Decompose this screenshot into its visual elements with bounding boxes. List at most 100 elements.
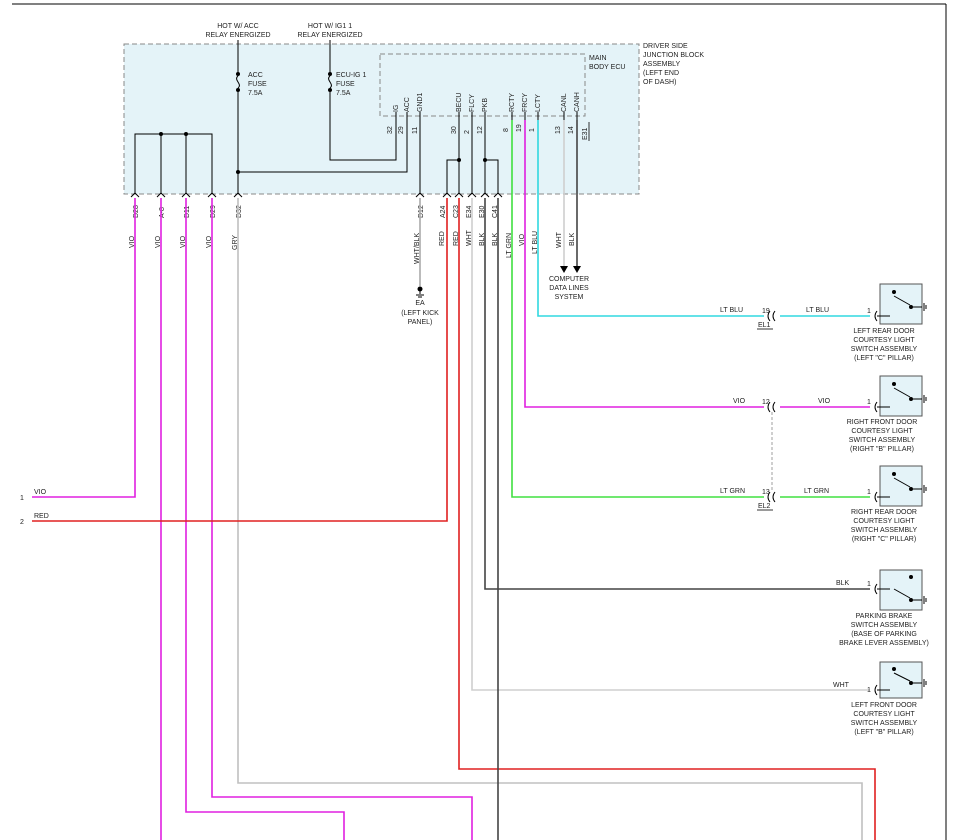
- switch-2-line-1: RIGHT FRONT DOOR: [847, 419, 918, 426]
- wire-gry-d32: [237, 198, 863, 840]
- ground-ea-loc-2: PANEL): [408, 319, 433, 326]
- switch-2-line-3: SWITCH ASSEMBLY: [849, 437, 916, 444]
- junction-block-name-5: OF DASH): [643, 79, 676, 86]
- conn-a8: A-8: [159, 207, 166, 218]
- data-lines-3: SYSTEM: [555, 294, 584, 301]
- left-terminal-2-num: 2: [20, 519, 24, 526]
- ground-ea-dot: [417, 286, 423, 292]
- switch-3-line-2: COURTESY LIGHT: [853, 518, 915, 525]
- switch-3-line-4: (RIGHT "C" PILLAR): [852, 536, 916, 543]
- pin-num-canl: 13: [555, 126, 562, 134]
- wire-wht-e34: [471, 198, 870, 691]
- switch-1-line-3: SWITCH ASSEMBLY: [851, 346, 918, 353]
- canl-arrow-icon: [560, 266, 568, 273]
- canh-arrow-icon: [573, 266, 581, 273]
- conn-d12: D12: [418, 205, 425, 218]
- hot-ig1-label-2: RELAY ENERGIZED: [297, 32, 362, 39]
- sw3-wire-out-label: LT GRN: [804, 488, 829, 495]
- wiring-diagram: HOT W/ ACC RELAY ENERGIZED HOT W/ IG1 1 …: [12, 3, 947, 840]
- sw2-wire-in-label: VIO: [733, 398, 746, 405]
- ig1-feed-dot: [328, 72, 332, 76]
- pin-name-gnd1: GND1: [417, 92, 424, 112]
- acc-fuse-label-3: 7.5A: [248, 90, 263, 97]
- hot-acc-label-2: RELAY ENERGIZED: [205, 32, 270, 39]
- pin-num-lcty: 1: [529, 128, 536, 132]
- el1-pin: 19: [762, 308, 770, 315]
- switch-right-front-door: 1: [867, 375, 927, 417]
- switch-4-line-1: PARKING BRAKE: [856, 613, 913, 620]
- pin-name-becu: BECU: [456, 93, 463, 112]
- switch-4-line-4: BRAKE LEVER ASSEMBLY): [839, 640, 929, 647]
- sw2-wire-out-label: VIO: [818, 398, 831, 405]
- pin-name-lcty: LCTY: [535, 94, 542, 112]
- el2-pin-13: 13: [762, 489, 770, 496]
- bus-dot-1: [159, 132, 163, 136]
- wire-red-a24: [32, 198, 448, 522]
- pin-num-frcy: 19: [516, 124, 523, 132]
- svg-text:1: 1: [867, 399, 871, 406]
- switch-right-rear-door: 1: [867, 465, 927, 507]
- pin-name-flcy: FLCY: [469, 94, 476, 112]
- ground-ea-name: EA: [415, 300, 425, 307]
- conn-d11: D11: [184, 206, 191, 218]
- data-lines-2: DATA LINES: [549, 285, 589, 292]
- junction-block-name-4: (LEFT END: [643, 70, 679, 77]
- switch-1-line-2: COURTESY LIGHT: [853, 337, 915, 344]
- svg-text:1: 1: [867, 308, 871, 315]
- pin-name-canl: CANL: [561, 93, 568, 112]
- switch-5-line-4: (LEFT "B" PILLAR): [854, 729, 913, 736]
- left-terminal-2-color: RED: [34, 513, 49, 520]
- pin-name-pkb: PKB: [482, 98, 489, 112]
- pin-num-rcty: 8: [503, 128, 510, 132]
- conn-a24: A24: [440, 205, 447, 218]
- acc-feed-dot: [236, 72, 240, 76]
- pin-name-frcy: FRCY: [522, 93, 529, 112]
- switch-left-front-door: 1: [867, 661, 927, 699]
- data-lines-1: COMPUTER: [549, 276, 589, 283]
- pin-num-becu: 30: [451, 126, 458, 134]
- conn-d28: D28: [133, 205, 140, 218]
- pin-num-acc: 29: [398, 126, 405, 134]
- switch-5-line-3: SWITCH ASSEMBLY: [851, 720, 918, 727]
- svg-text:1: 1: [867, 489, 871, 496]
- left-terminal-1-num: 1: [20, 495, 24, 502]
- sw4-wire-in-label: BLK: [836, 580, 850, 587]
- switch-2-line-4: (RIGHT "B" PILLAR): [850, 446, 914, 453]
- ecu-name-1: MAIN: [589, 55, 607, 62]
- acc-fuse-label-2: FUSE: [248, 81, 267, 88]
- switch-parking-brake: 1: [867, 569, 927, 611]
- ecu-fuse-label-3: 7.5A: [336, 90, 351, 97]
- wire-blk-e30: [484, 198, 870, 590]
- ecu-fuse-label-1: ECU-IG 1: [336, 72, 366, 79]
- ground-ea-loc-1: (LEFT KICK: [401, 310, 439, 317]
- hot-acc-label: HOT W/ ACC: [217, 23, 258, 30]
- wire-label-canh: BLK: [569, 232, 576, 246]
- switch-4-line-3: (BASE OF PARKING: [851, 631, 917, 638]
- wire-vio-d29: [211, 198, 473, 840]
- conn-d29: D29: [210, 205, 217, 218]
- pin-num-canh: 14: [568, 126, 575, 134]
- ecu-fuse-label-2: FUSE: [336, 81, 355, 88]
- switch-4-line-2: SWITCH ASSEMBLY: [851, 622, 918, 629]
- junction-block-name-2: JUNCTION BLOCK: [643, 52, 704, 59]
- wire-vio-d28: [32, 198, 136, 498]
- pin-name-ig: IG: [393, 105, 400, 112]
- sw5-wire-in-label: WHT: [833, 682, 850, 689]
- pin-name-rcty: RCTY: [509, 93, 516, 112]
- acc-fuse-label-1: ACC: [248, 72, 263, 79]
- sw1-wire-in-label: LT BLU: [720, 307, 743, 314]
- conn-d32: D32: [236, 205, 243, 218]
- hot-ig1-label: HOT W/ IG1 1: [308, 23, 352, 30]
- pin-num-ig: 32: [387, 126, 394, 134]
- switch-3-line-1: RIGHT REAR DOOR: [851, 509, 917, 516]
- switch-5-line-2: COURTESY LIGHT: [853, 711, 915, 718]
- pin-num-flcy: 2: [464, 130, 471, 134]
- el2-pin-12: 12: [762, 399, 770, 406]
- ecu-connector-e31: E31: [582, 127, 589, 140]
- switch-3-line-3: SWITCH ASSEMBLY: [851, 527, 918, 534]
- pin-num-pkb: 12: [477, 126, 484, 134]
- sw1-wire-out-label: LT BLU: [806, 307, 829, 314]
- switch-2-line-2: COURTESY LIGHT: [851, 428, 913, 435]
- el2-name: EL2: [758, 503, 771, 510]
- wire-vio-d11: [185, 198, 345, 840]
